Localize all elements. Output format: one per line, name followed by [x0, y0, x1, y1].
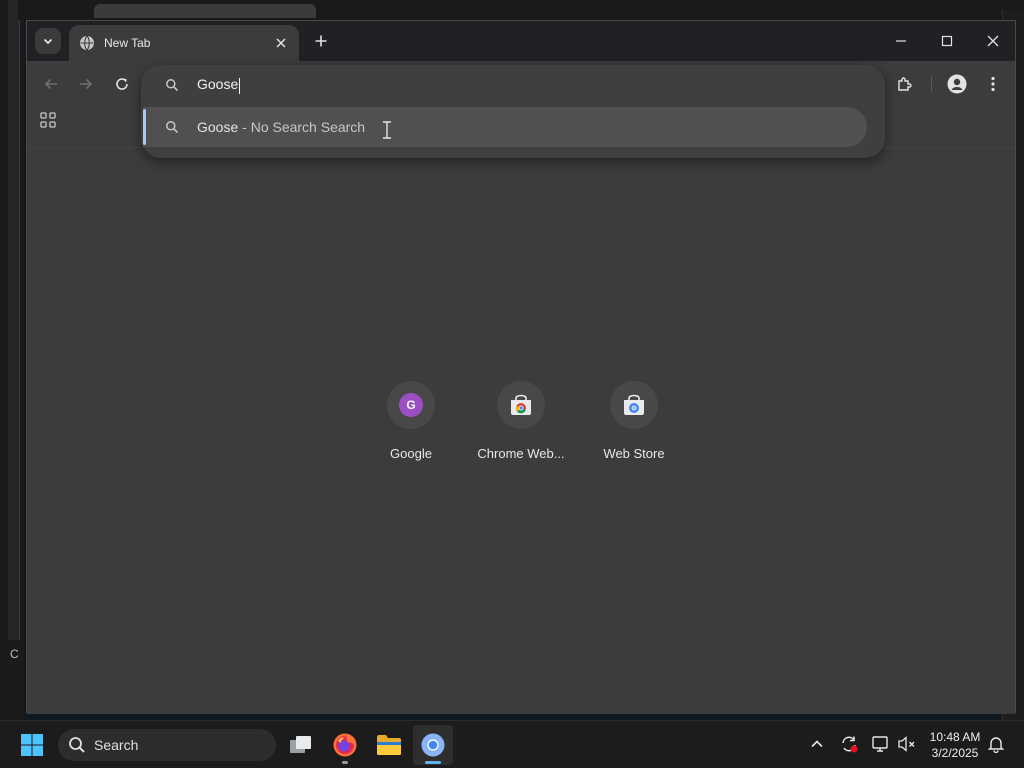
firefox-icon [333, 733, 357, 757]
browser-window: New Tab Goose Goose - No Search Search G… [26, 20, 1016, 714]
volume-button[interactable] [896, 733, 918, 755]
minimize-icon [896, 40, 906, 42]
chevron-up-icon [811, 740, 823, 748]
minimize-button[interactable] [889, 29, 913, 53]
apps-button[interactable] [39, 111, 57, 129]
profile-button[interactable] [945, 72, 969, 96]
chrome-taskbar-button[interactable] [413, 725, 453, 765]
start-button[interactable] [12, 725, 52, 765]
tab-title: New Tab [104, 36, 151, 50]
background-edge-text: C [10, 647, 19, 661]
suggestion-text: Goose - No Search Search [197, 119, 366, 135]
close-icon [987, 35, 999, 47]
tab-search-button[interactable] [35, 28, 61, 54]
plus-icon [315, 35, 327, 47]
shortcut-web-store[interactable]: Web Store [578, 381, 690, 481]
avatar-icon [947, 74, 967, 94]
more-vertical-icon [991, 76, 995, 92]
search-icon [166, 121, 179, 134]
shortcut-label: Web Store [603, 446, 665, 461]
close-window-button[interactable] [981, 29, 1005, 53]
tab-new-tab[interactable]: New Tab [69, 25, 299, 61]
system-clock[interactable]: 10:48 AM 3/2/2025 [922, 729, 988, 761]
clock-time: 10:48 AM [929, 730, 981, 744]
shortcut-google[interactable]: G Google [355, 381, 467, 481]
maximize-icon [941, 35, 953, 47]
file-explorer-icon [377, 735, 401, 755]
taskbar-search[interactable]: Search [58, 729, 276, 761]
shortcut-tile [497, 381, 545, 429]
shortcut-label: Chrome Web... [477, 446, 565, 461]
globe-icon [80, 35, 94, 51]
task-view-button[interactable] [281, 725, 321, 765]
reload-button[interactable] [110, 72, 134, 96]
new-tab-button[interactable] [311, 31, 331, 51]
omnibox-suggestion[interactable]: Goose - No Search Search [143, 107, 867, 147]
chrome-web-store-icon [511, 394, 531, 415]
omnibox-popup: Goose Goose - No Search Search [141, 65, 885, 158]
task-view-icon [290, 736, 311, 753]
chevron-down-icon [43, 38, 53, 45]
windows-logo-icon [21, 734, 43, 756]
maximize-button[interactable] [935, 29, 959, 53]
omnibox[interactable]: Goose [141, 65, 885, 105]
background-tab [94, 4, 316, 18]
chrome-icon [421, 733, 445, 757]
shortcut-tile: G [387, 381, 435, 429]
extensions-button[interactable] [893, 72, 917, 96]
sync-status-button[interactable] [838, 733, 860, 755]
shortcut-tile [610, 381, 658, 429]
active-indicator [425, 761, 441, 764]
taskbar: Search 10:48 AM 3/2/2025 [0, 720, 1024, 768]
bell-icon [987, 737, 1005, 753]
network-button[interactable] [870, 733, 892, 755]
ibeam-cursor-icon [383, 121, 391, 139]
back-button[interactable] [39, 72, 63, 96]
shortcut-label: Google [390, 446, 432, 461]
clock-date: 3/2/2025 [931, 746, 979, 760]
text-caret [239, 77, 241, 94]
network-icon [872, 736, 888, 752]
file-explorer-button[interactable] [369, 725, 409, 765]
background-window-edge [8, 0, 20, 640]
volume-muted-icon [898, 736, 915, 752]
show-hidden-icons-button[interactable] [806, 733, 828, 755]
puzzle-icon [898, 77, 912, 91]
forward-button[interactable] [74, 72, 98, 96]
firefox-button[interactable] [325, 725, 365, 765]
sync-alert-icon [842, 736, 858, 753]
search-icon [166, 79, 179, 92]
omnibox-input[interactable]: Goose [197, 76, 241, 94]
tab-close-button[interactable] [273, 35, 289, 51]
reload-icon [116, 78, 128, 90]
running-indicator [342, 761, 348, 764]
grid-icon [40, 112, 56, 128]
web-store-icon [624, 394, 644, 415]
taskbar-search-label: Search [94, 737, 139, 753]
menu-button[interactable] [981, 72, 1005, 96]
close-icon [276, 38, 286, 48]
search-icon [69, 737, 85, 753]
title-bar: New Tab [27, 21, 1015, 61]
suggestion-focus-bar [143, 109, 146, 145]
shortcut-chrome-web-store[interactable]: Chrome Web... [465, 381, 577, 481]
toolbar-divider [931, 76, 932, 92]
google-letter-icon: G [399, 393, 423, 417]
notifications-button[interactable] [985, 733, 1007, 755]
arrow-right-icon [80, 78, 93, 90]
arrow-left-icon [44, 78, 57, 90]
